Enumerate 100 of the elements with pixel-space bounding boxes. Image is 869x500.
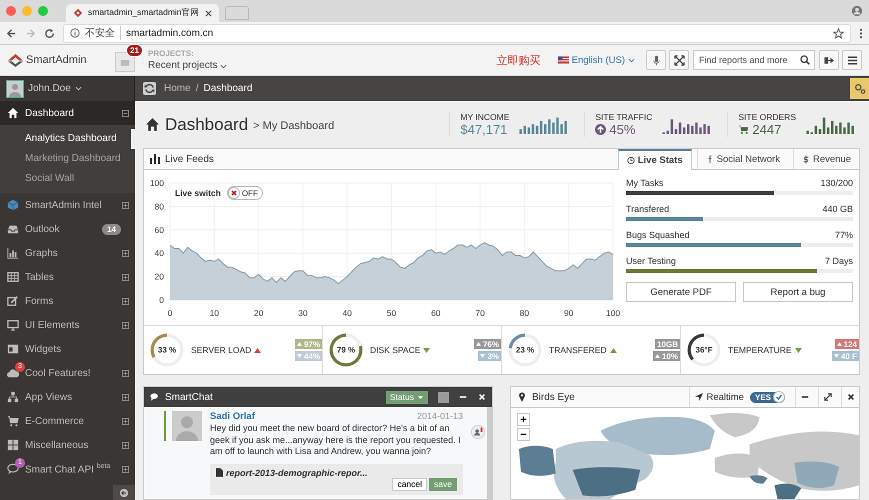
notifications-button[interactable] bbox=[115, 52, 135, 72]
letter-f-icon bbox=[706, 154, 714, 164]
address-bar[interactable]: 不安全 smartadmin.com.cn bbox=[63, 24, 851, 42]
tab[interactable]: Revenue bbox=[792, 149, 859, 169]
cube-icon bbox=[7, 199, 19, 211]
action-button[interactable]: Generate PDF bbox=[626, 282, 736, 302]
gauge-value: 23 % bbox=[516, 346, 534, 354]
nav-item[interactable]: Miscellaneous bbox=[0, 433, 135, 457]
action-button[interactable]: Report a bug bbox=[743, 282, 853, 302]
nav-subitem[interactable]: Social Wall bbox=[0, 169, 135, 189]
progress-label: Bugs Squashed bbox=[626, 230, 690, 240]
windows-icon bbox=[7, 439, 19, 451]
inbox-icon bbox=[7, 223, 19, 235]
axis-tick-label: 0 bbox=[168, 308, 172, 318]
arrow-up-icon bbox=[595, 124, 606, 135]
url-text: smartadmin.com.cn bbox=[126, 28, 214, 38]
attachment-button[interactable]: cancel bbox=[392, 478, 428, 490]
search-field[interactable]: Find reports and more bbox=[693, 50, 815, 70]
browser-tab[interactable]: smartadmin_smartadmin官网 bbox=[66, 4, 219, 22]
security-label: 不安全 bbox=[85, 26, 121, 40]
nav-item[interactable]: Graphs bbox=[0, 241, 135, 265]
window-icon bbox=[7, 343, 19, 355]
tab[interactable]: Live Stats bbox=[618, 149, 692, 170]
gears-icon bbox=[854, 82, 866, 94]
progress-value: 7 Days bbox=[824, 256, 853, 266]
cloud-icon bbox=[7, 367, 19, 379]
menu-icon[interactable] bbox=[859, 28, 863, 38]
zoom-button[interactable]: + bbox=[517, 413, 530, 426]
logout-icon bbox=[824, 54, 834, 66]
close-icon[interactable] bbox=[204, 10, 212, 16]
expand-icon[interactable] bbox=[122, 442, 129, 448]
gauge-ring bbox=[149, 332, 185, 368]
breadcrumb-item[interactable]: Dashboard bbox=[203, 83, 252, 94]
refresh-button[interactable] bbox=[143, 82, 156, 95]
star-icon[interactable] bbox=[833, 28, 844, 38]
expand-icon[interactable] bbox=[122, 322, 129, 328]
menu-button[interactable] bbox=[842, 50, 862, 70]
expand-icon[interactable] bbox=[122, 298, 129, 304]
widget-title: SmartChat bbox=[165, 392, 213, 402]
minimize-icon bbox=[800, 393, 808, 401]
logout-button[interactable] bbox=[819, 50, 839, 70]
zoom-button[interactable]: − bbox=[517, 428, 530, 441]
home-icon bbox=[145, 117, 160, 132]
axis-tick-label: 0 bbox=[159, 295, 164, 305]
expand-icon[interactable] bbox=[122, 250, 129, 256]
app-logo-text: SmartAdmin bbox=[26, 54, 87, 66]
gauge-ring bbox=[507, 332, 543, 368]
stat-label: SITE TRAFFIC bbox=[595, 112, 652, 122]
color-swatch[interactable] bbox=[438, 392, 449, 402]
toggle-switch[interactable]: OFF bbox=[226, 186, 263, 200]
expand-icon[interactable] bbox=[122, 394, 129, 400]
user-menu[interactable]: John.Doe bbox=[0, 76, 135, 101]
nav-item[interactable]: Widgets bbox=[0, 337, 135, 361]
gauge-value: 33 % bbox=[158, 346, 176, 354]
trend-badge: 3% bbox=[478, 351, 501, 361]
nav-item[interactable]: Forms bbox=[0, 289, 135, 313]
toggle-switch[interactable]: YES bbox=[750, 392, 785, 402]
author-name[interactable]: Sadi Orlaf bbox=[210, 411, 255, 422]
axis-tick-label: 100 bbox=[606, 308, 620, 318]
expand-icon[interactable] bbox=[122, 274, 129, 280]
buy-now-link[interactable]: 立即购买 bbox=[496, 52, 541, 68]
nav-item[interactable]: App Views bbox=[0, 385, 135, 409]
settings-button[interactable] bbox=[850, 78, 869, 99]
dollar-icon bbox=[802, 154, 810, 164]
bar-chart-icon bbox=[7, 247, 19, 259]
search-icon[interactable] bbox=[800, 55, 810, 65]
minimize-icon[interactable] bbox=[459, 393, 467, 401]
expand-icon[interactable] bbox=[122, 418, 129, 424]
gauge-label: TEMPERATURE bbox=[728, 345, 792, 355]
notification-count: 21 bbox=[126, 44, 143, 57]
tab[interactable]: Social Network bbox=[696, 149, 788, 169]
projects-dropdown[interactable]: Recent projects bbox=[148, 60, 228, 72]
nav-item[interactable]: Tables bbox=[0, 265, 135, 289]
back-icon[interactable] bbox=[6, 28, 17, 38]
nav-item[interactable]: E-Commerce bbox=[0, 409, 135, 433]
collapse-icon[interactable] bbox=[122, 110, 129, 116]
collapse-sidebar-button[interactable] bbox=[113, 485, 135, 500]
table-icon bbox=[7, 271, 19, 283]
fullscreen-button[interactable] bbox=[669, 50, 689, 70]
nav-item[interactable]: SmartAdmin Intel bbox=[0, 193, 135, 217]
users-icon[interactable] bbox=[471, 425, 485, 439]
expand-icon[interactable] bbox=[122, 466, 129, 472]
profile-icon[interactable] bbox=[851, 5, 863, 17]
nav-subitem[interactable]: Marketing Dashboard bbox=[0, 149, 135, 169]
caret-down-icon bbox=[628, 58, 635, 62]
nav-item[interactable]: UI Elements bbox=[0, 313, 135, 337]
progress-label: User Testing bbox=[626, 256, 676, 266]
language-dropdown[interactable]: English (US) bbox=[558, 54, 635, 66]
breadcrumb-item[interactable]: Home bbox=[164, 83, 191, 94]
inbox-icon bbox=[120, 58, 130, 66]
expand-icon[interactable] bbox=[122, 370, 129, 376]
expand-icon[interactable] bbox=[122, 202, 129, 208]
map-pin-icon bbox=[517, 392, 527, 402]
microphone-button[interactable] bbox=[646, 50, 666, 70]
reload-icon[interactable] bbox=[44, 28, 55, 38]
axis-tick-label: 60 bbox=[154, 224, 164, 235]
file-icon bbox=[216, 468, 223, 477]
nav-item[interactable]: Outlook 14 bbox=[0, 217, 135, 241]
nav-item[interactable]: Dashboard bbox=[0, 101, 135, 125]
progress-value: 130/200 bbox=[820, 178, 853, 188]
